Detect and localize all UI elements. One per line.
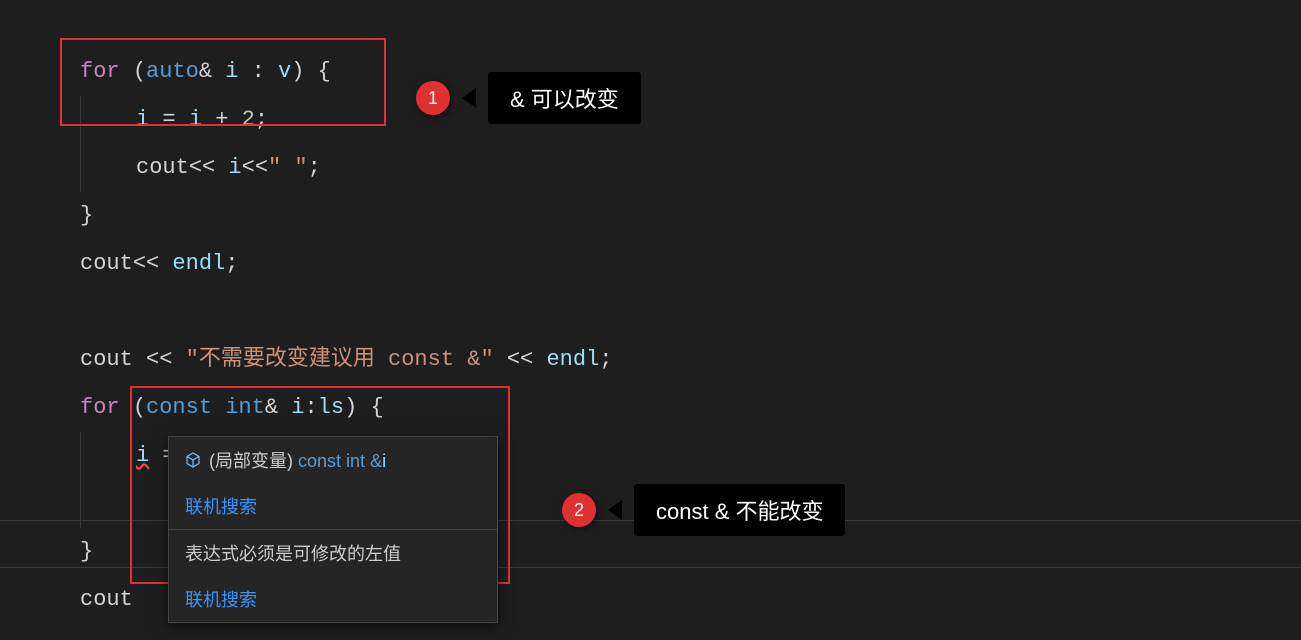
error-token[interactable]: i [136, 443, 149, 468]
code-line[interactable] [80, 288, 612, 336]
variable-ls: ls [318, 395, 344, 420]
online-search-link[interactable]: 联机搜索 [185, 493, 257, 519]
variable-v: v [278, 59, 291, 84]
tooltip-signature-row: (局部变量) const int &i [169, 437, 497, 483]
code-line[interactable]: for (const int& i:ls) { [80, 384, 612, 432]
callout-arrow-icon [462, 88, 476, 108]
tooltip-search-link-row-2: 联机搜索 [169, 576, 497, 622]
cout: cout [136, 155, 189, 180]
code-line[interactable]: cout<< i<<" "; [80, 144, 612, 192]
online-search-link[interactable]: 联机搜索 [185, 586, 257, 612]
tooltip-error-row: 表达式必须是可修改的左值 [169, 529, 497, 576]
callout-label: & 可以改变 [488, 72, 641, 124]
string-literal: "不需要改变建议用 const &" [186, 347, 494, 372]
hover-tooltip: (局部变量) const int &i 联机搜索 表达式必须是可修改的左值 联机… [168, 436, 498, 623]
tooltip-scope: (局部变量) [209, 451, 293, 471]
callout-badge: 2 [562, 493, 596, 527]
tooltip-error-message: 表达式必须是可修改的左值 [185, 540, 401, 566]
annotation-callout-2: 2 const & 不能改变 [562, 484, 845, 536]
tooltip-variable: i [382, 451, 386, 471]
code-line[interactable]: } [80, 192, 612, 240]
keyword-const: const [146, 395, 212, 420]
variable-i: i [225, 59, 238, 84]
symbol-variable-icon [185, 452, 201, 468]
endl: endl [172, 251, 225, 276]
callout-arrow-icon [608, 500, 622, 520]
keyword-for: for [80, 59, 120, 84]
callout-badge: 1 [416, 81, 450, 115]
code-line[interactable]: cout << "不需要改变建议用 const &" << endl; [80, 336, 612, 384]
keyword-auto: auto [146, 59, 199, 84]
tooltip-type: const int [298, 451, 370, 471]
tooltip-search-link-row: 联机搜索 [169, 483, 497, 529]
code-line[interactable]: cout<< endl; [80, 240, 612, 288]
annotation-callout-1: 1 & 可以改变 [416, 72, 641, 124]
callout-label: const & 不能改变 [634, 484, 845, 536]
keyword-int: int [225, 395, 265, 420]
